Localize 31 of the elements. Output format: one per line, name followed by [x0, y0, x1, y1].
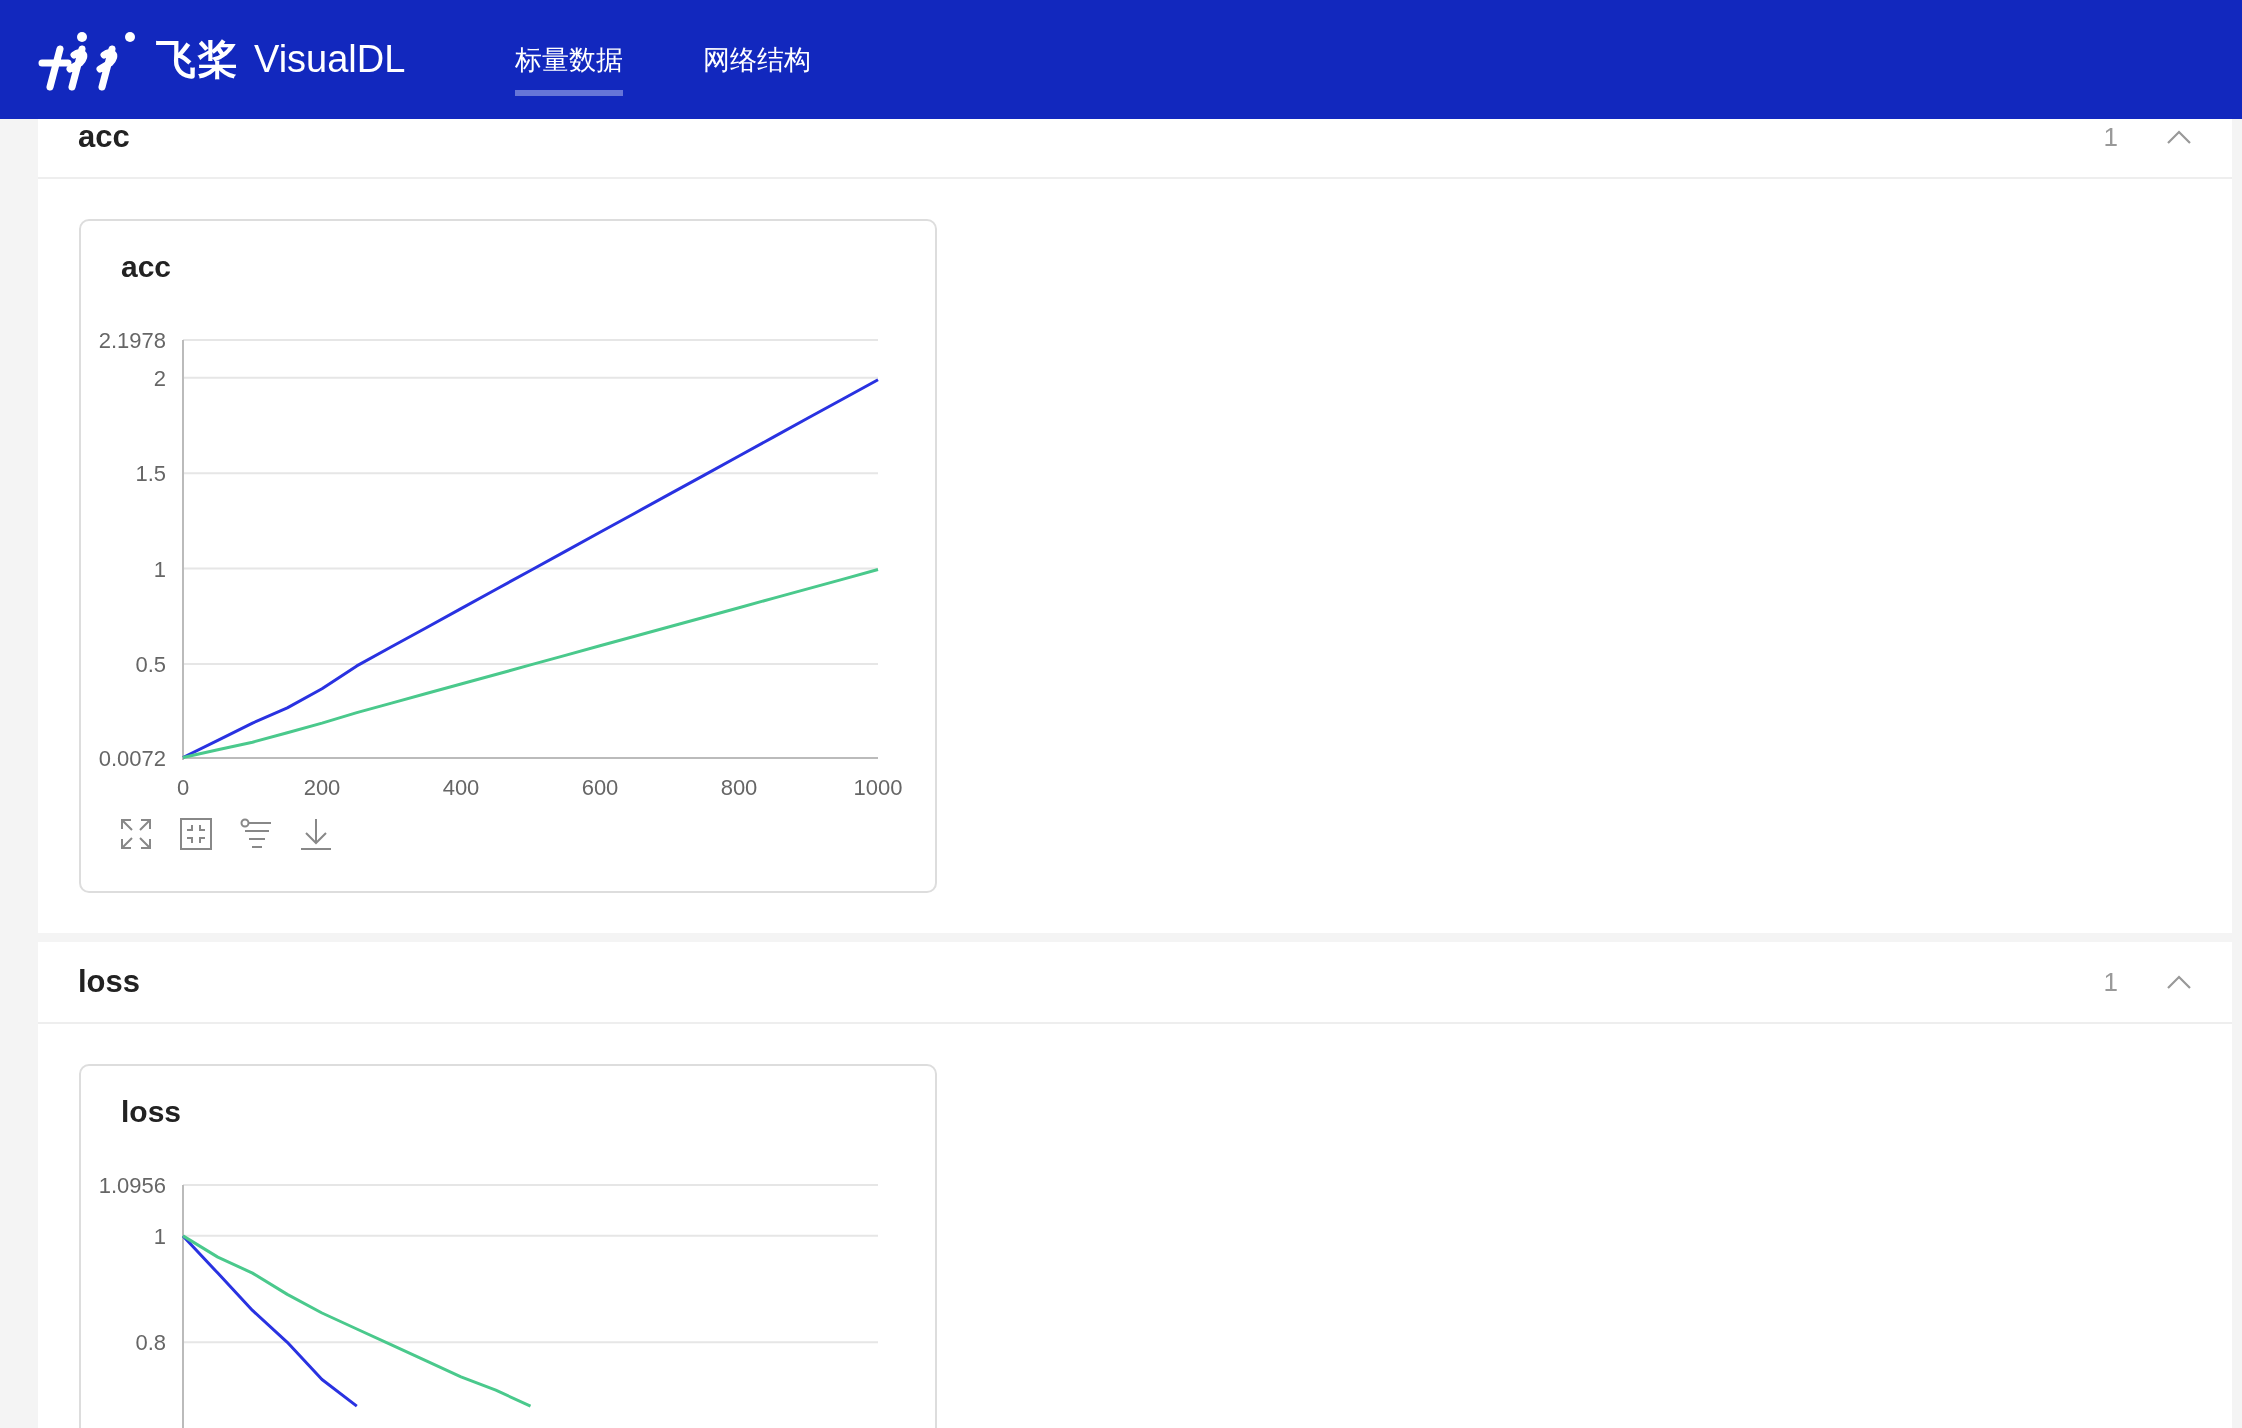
section-title: loss	[78, 964, 142, 1000]
chart-count: 1	[2103, 966, 2118, 998]
axis-tick-label: 0.5	[135, 651, 166, 677]
logo-text: 飞桨	[156, 36, 240, 83]
fullscreen-icon[interactable]	[119, 817, 153, 851]
axis-tick-label: 1.0956	[98, 1173, 166, 1198]
axis-tick-label: 1000	[853, 775, 903, 800]
app-name: VisualDL	[254, 38, 406, 81]
axis-tick-label: 0.8	[135, 1330, 166, 1356]
chevron-up-icon[interactable]	[2166, 129, 2192, 145]
axis-tick-label: 800	[720, 775, 758, 800]
nav-tab[interactable]: 标量数据	[515, 30, 624, 96]
axis-tick-label: 0.0072	[98, 746, 166, 771]
nav-tab[interactable]: 网络结构	[703, 30, 812, 96]
axis-tick-label: 1	[153, 1223, 166, 1249]
axis-tick-label: 2.1978	[98, 328, 166, 353]
section-title: acc	[78, 119, 131, 155]
chevron-up-icon[interactable]	[2166, 974, 2192, 990]
download-icon[interactable]	[299, 817, 333, 851]
axis-tick-label: 200	[303, 775, 341, 800]
axis-tick-label: 600	[581, 775, 619, 800]
axis-tick-label: 1.5	[135, 461, 166, 487]
axis-tick-label: 2	[153, 365, 166, 391]
axis-tick-label: 1	[153, 556, 166, 582]
filter-icon[interactable]	[239, 817, 273, 851]
axis-tick-label: 400	[442, 775, 480, 800]
chart-title: acc	[121, 249, 173, 285]
chart-title: loss	[121, 1094, 183, 1130]
axis-tick-label: 0	[176, 775, 190, 800]
restore-view-icon[interactable]	[179, 817, 213, 851]
chart-count: 1	[2103, 121, 2118, 153]
